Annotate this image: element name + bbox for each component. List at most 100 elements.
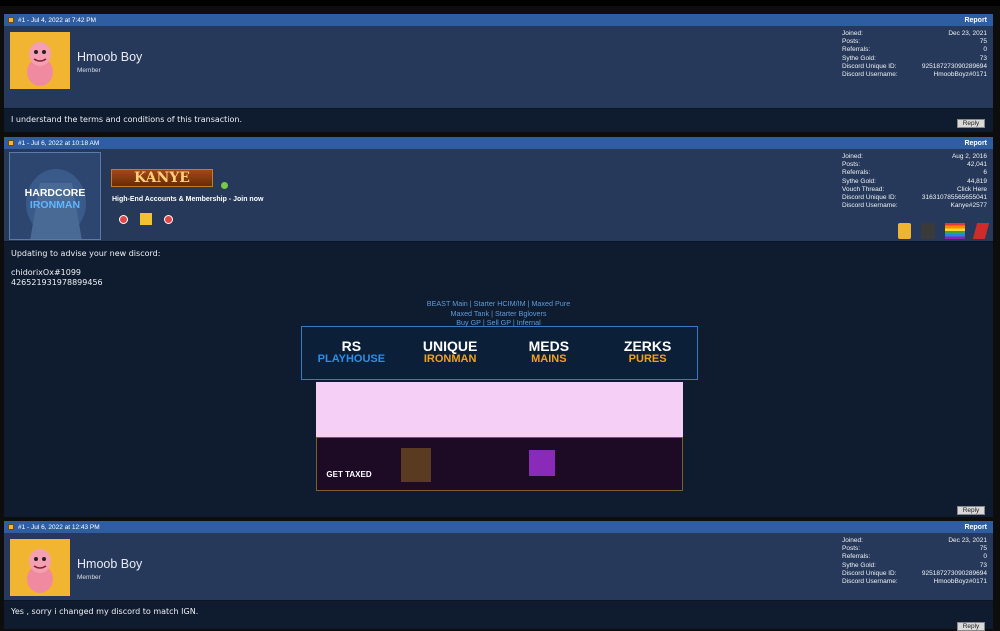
- avatar[interactable]: [10, 32, 70, 89]
- post-date[interactable]: #1 - Jul 6, 2022 at 10:18 AM: [18, 140, 99, 147]
- get-taxed-label: GET TAXED: [326, 470, 372, 479]
- gold-coins-icon: [140, 213, 152, 225]
- stat-row: Discord Unique ID: 925187273090289694: [842, 570, 987, 578]
- reply-button[interactable]: Reply: [957, 506, 985, 515]
- post-body: Yes , sorry i changed my discord to matc…: [4, 601, 993, 631]
- stat-row: Discord Username: HmoobBoyz#0171: [842, 578, 987, 586]
- user-stats: Joined: Dec 23, 2021 Posts: 75 Referrals: 0…: [842, 30, 987, 79]
- post-icon: [8, 140, 14, 146]
- post-message: Updating to advise your new discord: chi…: [11, 249, 160, 288]
- username-banner[interactable]: KANYE: [111, 169, 213, 187]
- stat-row: Posts: 75: [842, 38, 987, 46]
- stat-label: Joined:: [842, 537, 863, 544]
- username: KANYE: [134, 170, 190, 186]
- stat-label: Vouch Thread:: [842, 185, 885, 193]
- stat-label: Joined:: [842, 30, 863, 37]
- stat-label: Posts:: [842, 161, 861, 169]
- reply-button[interactable]: Reply: [957, 119, 985, 128]
- stat-row: Vouch Thread: Click Here: [842, 186, 987, 194]
- username[interactable]: Hmoob Boy: [77, 557, 142, 571]
- banner-meds-mains[interactable]: MEDS MAINS: [500, 339, 599, 366]
- stat-label: Discord Username:: [842, 578, 898, 586]
- user-stats: Joined: Aug 2, 2016 Posts: 42,041 Referral…: [842, 153, 987, 210]
- page-top-bar: [0, 0, 1000, 6]
- stat-value: 75: [979, 38, 987, 46]
- stat-label: Referrals:: [842, 46, 871, 54]
- avatar[interactable]: HARDCORE IRONMAN: [9, 152, 101, 240]
- stat-label: Discord Username:: [842, 202, 898, 210]
- ribbon-icon: [972, 223, 990, 239]
- online-status-icon: [221, 182, 228, 189]
- post-1: #1 - Jul 4, 2022 at 7:42 PM Report Hmoob…: [4, 14, 993, 132]
- report-link[interactable]: Report: [964, 17, 987, 24]
- stat-row: Sythe Gold: 73: [842, 55, 987, 63]
- stat-value: 75: [979, 545, 987, 553]
- banner-unique-ironman[interactable]: UNIQUE IRONMAN: [401, 338, 500, 366]
- stat-value: 6: [983, 169, 987, 177]
- banner-zerks-pures[interactable]: ZERKS PURES: [598, 339, 697, 366]
- stat-value: Kanye#2577: [950, 202, 987, 210]
- banner-title: UNIQUE: [422, 338, 478, 354]
- stat-row: Referrals: 6: [842, 169, 987, 177]
- stat-value: 42,041: [967, 161, 987, 169]
- stat-label: Joined:: [842, 153, 863, 160]
- stat-label: Sythe Gold:: [842, 177, 876, 185]
- stat-row: Referrals: 0: [842, 46, 987, 54]
- stat-row: Posts: 75: [842, 545, 987, 553]
- gem-icon: [164, 214, 173, 224]
- signature-banner[interactable]: RS PLAYHOUSE UNIQUE IRONMAN MEDS MAINS Z…: [301, 326, 698, 380]
- user-tagline: High-End Accounts & Membership - Join no…: [112, 196, 264, 203]
- award-icons: [898, 223, 990, 239]
- signature-link-line[interactable]: Maxed Tank | Starter Bglovers: [4, 309, 993, 319]
- reply-button[interactable]: Reply: [957, 622, 985, 631]
- signature-image-get-taxed[interactable]: GET TAXED: [316, 437, 683, 491]
- avatar-line2: IRONMAN: [29, 199, 81, 211]
- avatar[interactable]: [10, 539, 70, 596]
- vouch-thread-link[interactable]: Click Here: [957, 186, 987, 194]
- stat-label: Referrals:: [842, 553, 871, 561]
- stat-value: Dec 23, 2021: [948, 537, 987, 544]
- stat-label: Sythe Gold:: [842, 54, 876, 62]
- post-message: I understand the terms and conditions of…: [11, 115, 243, 124]
- post-message: Yes , sorry i changed my discord to matc…: [11, 607, 199, 616]
- stat-value: 73: [979, 54, 987, 62]
- user-stats: Joined: Dec 23, 2021 Posts: 75 Referrals: 0…: [842, 537, 987, 586]
- stat-label: Sythe Gold:: [842, 561, 876, 569]
- stat-row: Joined: Aug 2, 2016: [842, 153, 987, 161]
- stat-value: 925187273090289694: [921, 62, 987, 70]
- message-line: 426521931978899456: [11, 278, 103, 288]
- stat-row: Referrals: 0: [842, 553, 987, 561]
- signature-links: BEAST Main | Starter HCIM/IM | Maxed Pur…: [4, 299, 993, 328]
- report-link[interactable]: Report: [964, 524, 987, 531]
- stat-row: Discord Username: Kanye#2577: [842, 202, 987, 210]
- stat-label: Referrals:: [842, 169, 871, 177]
- stat-row: Posts: 42,041: [842, 161, 987, 169]
- gem-icon: [119, 214, 128, 224]
- post-icon: [8, 524, 14, 530]
- stat-row: Discord Username: HmoobBoyz#0171: [842, 71, 987, 79]
- message-line: chidorixOx#1099: [11, 268, 82, 278]
- stat-row: Sythe Gold: 44,819: [842, 178, 987, 186]
- post-body: Updating to advise your new discord: chi…: [4, 242, 993, 517]
- user-badges: [119, 213, 173, 225]
- post-date[interactable]: #1 - Jul 4, 2022 at 7:42 PM: [18, 17, 96, 24]
- stat-value: Dec 23, 2021: [948, 30, 987, 37]
- stat-value: HmoobBoyz#0171: [933, 71, 987, 79]
- stat-value: 316310785565655041: [921, 194, 987, 202]
- post-3: #1 - Jul 6, 2022 at 12:43 PM Report Hmoo…: [4, 521, 993, 631]
- report-link[interactable]: Report: [964, 140, 987, 147]
- chest-icon: [401, 448, 431, 482]
- username[interactable]: Hmoob Boy: [77, 50, 142, 64]
- message-line: Updating to advise your new discord:: [11, 249, 161, 258]
- stat-value: 0: [983, 553, 987, 561]
- stat-value: 925187273090289694: [921, 569, 987, 577]
- helmet-icon: [921, 223, 935, 239]
- user-info-row: Hmoob Boy Member Joined: Dec 23, 2021 Pos…: [4, 26, 993, 109]
- banner-rs-playhouse[interactable]: RS PLAYHOUSE: [302, 339, 401, 366]
- stat-label: Posts:: [842, 545, 861, 553]
- stat-label: Posts:: [842, 38, 861, 46]
- signature-image-pink: [316, 382, 683, 437]
- user-info-row: Hmoob Boy Member Joined: Dec 23, 2021 Pos…: [4, 533, 993, 601]
- signature-link-line[interactable]: BEAST Main | Starter HCIM/IM | Maxed Pur…: [4, 299, 993, 309]
- post-date[interactable]: #1 - Jul 6, 2022 at 12:43 PM: [18, 524, 100, 531]
